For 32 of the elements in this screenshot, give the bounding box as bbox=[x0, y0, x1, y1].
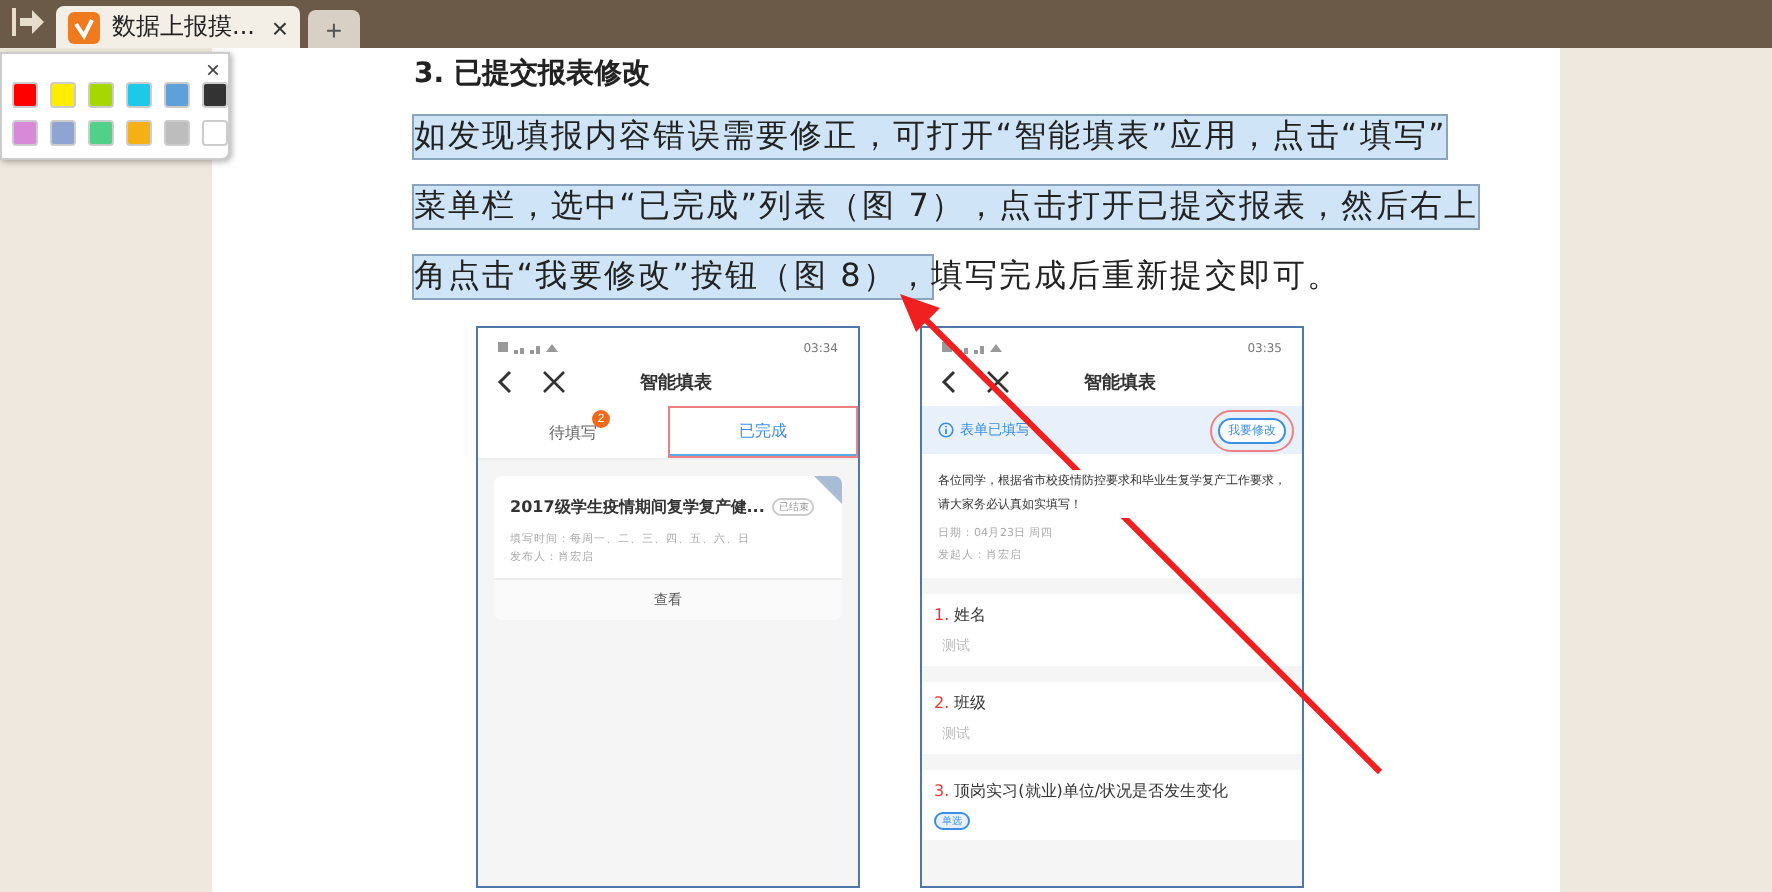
document-tab[interactable]: 数据上报摸... × bbox=[56, 6, 300, 48]
close-icon[interactable] bbox=[986, 370, 1010, 394]
signal-icon bbox=[942, 340, 1002, 356]
color-swatch[interactable] bbox=[202, 82, 228, 108]
section-heading: 3. 已提交报表修改 bbox=[414, 56, 652, 92]
color-swatch[interactable] bbox=[12, 82, 38, 108]
color-swatch[interactable] bbox=[202, 120, 228, 146]
close-button[interactable]: × bbox=[205, 58, 220, 82]
color-swatch[interactable] bbox=[88, 120, 114, 146]
screen-title: 智能填表 bbox=[638, 370, 714, 395]
card-title: 2017级学生疫情期间复学复产健... bbox=[510, 496, 765, 518]
color-swatch[interactable] bbox=[50, 120, 76, 146]
sidebar-toggle-icon[interactable] bbox=[8, 2, 48, 42]
color-swatch[interactable] bbox=[164, 120, 190, 146]
color-swatch[interactable] bbox=[12, 120, 38, 146]
color-swatch[interactable] bbox=[88, 82, 114, 108]
color-swatch[interactable] bbox=[164, 82, 190, 108]
color-swatch[interactable] bbox=[126, 82, 152, 108]
signal-icon bbox=[498, 340, 558, 356]
tab-title: 数据上报摸... bbox=[112, 10, 257, 44]
question-label: 3. 顶岗实习(就业)单位/状况是否发生变化 bbox=[934, 780, 1231, 802]
question-label: 1. 姓名 bbox=[934, 604, 989, 626]
color-swatch[interactable] bbox=[126, 120, 152, 146]
close-tab-button[interactable]: × bbox=[271, 11, 288, 43]
screen-tab[interactable]: 已完成 bbox=[668, 406, 858, 458]
screen-title: 智能填表 bbox=[1082, 370, 1158, 395]
color-swatch[interactable] bbox=[50, 82, 76, 108]
info-icon bbox=[938, 422, 954, 438]
new-tab-button[interactable]: + bbox=[308, 10, 360, 48]
question-label: 2. 班级 bbox=[934, 692, 989, 714]
close-icon[interactable] bbox=[542, 370, 566, 394]
app-logo-icon bbox=[68, 11, 100, 43]
